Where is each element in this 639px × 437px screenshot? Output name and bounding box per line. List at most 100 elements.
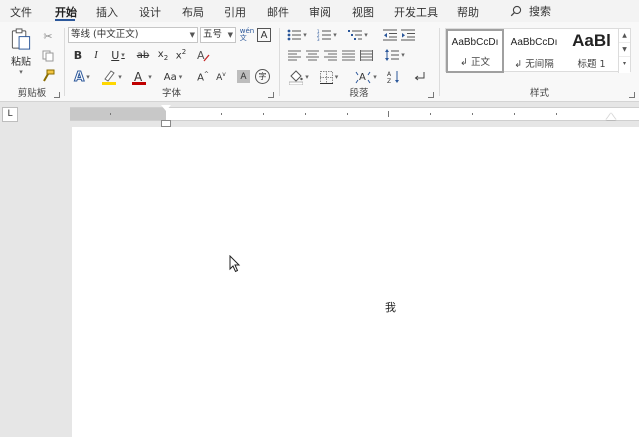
ruler-tick [110, 113, 111, 115]
grow-font-button[interactable]: A^ [195, 68, 211, 86]
character-border-button[interactable]: A [257, 28, 271, 42]
shrink-font-icon: Av [216, 71, 226, 83]
ruler-tick [556, 113, 557, 115]
font-dialog-launcher[interactable] [268, 92, 274, 98]
tab-insert[interactable]: 插入 [96, 4, 118, 20]
word-window: 文件 开始 插入 设计 布局 引用 邮件 审阅 视图 开发工具 帮助 搜索 粘贴 [0, 0, 639, 437]
align-left-button[interactable] [286, 47, 302, 63]
tab-selector[interactable]: L [2, 107, 18, 122]
chinese-layout-button[interactable]: A ▾ [352, 68, 380, 86]
paste-button[interactable]: 粘贴 ▾ [6, 28, 36, 76]
grow-font-icon: A^ [197, 70, 209, 84]
clipboard-dialog-launcher[interactable] [54, 92, 60, 98]
superscript-icon: x2 [175, 48, 187, 62]
paste-label: 粘贴 [11, 57, 31, 68]
font-color-button[interactable]: A ▾ [129, 68, 155, 86]
enclose-characters-button[interactable]: 字 [255, 69, 270, 84]
style-gallery-scroll[interactable]: ▲ ▼ ▾ [618, 29, 630, 73]
underline-button[interactable]: U ▾ [107, 47, 129, 63]
style-normal[interactable]: AaBbCcDı ↲ 正文 [446, 29, 504, 73]
font-name-combo[interactable]: 等线 (中文正文) ▼ [68, 27, 198, 43]
tab-developer[interactable]: 开发工具 [394, 4, 438, 20]
svg-text:A: A [197, 49, 205, 62]
copy-button[interactable] [40, 48, 56, 64]
tab-file[interactable]: 文件 [10, 4, 32, 20]
search-box[interactable]: 搜索 [510, 3, 551, 19]
style-preview: AaBbCcDı [510, 37, 558, 48]
ruler-tick [347, 113, 348, 115]
style-no-spacing[interactable]: AaBbCcDı ↲ 无间隔 [505, 29, 563, 73]
sort-button[interactable]: AZ [386, 68, 402, 86]
bold-icon: B [73, 48, 83, 62]
paragraph-group: ▾ 123 ▾ ▾ ▾ ▾ ▾ A ▾ A Z 段落 [280, 22, 438, 102]
superscript-button[interactable]: x2 [173, 47, 189, 63]
tab-view[interactable]: 视图 [352, 4, 374, 20]
distributed-button[interactable] [358, 47, 374, 63]
style-heading-1[interactable]: AaBl 标题 1 [564, 29, 619, 73]
font-size-combo[interactable]: 五号 ▼ [200, 27, 236, 43]
decrease-indent-icon [383, 29, 397, 41]
numbering-button[interactable]: 123 ▾ [314, 27, 340, 43]
horizontal-ruler[interactable] [70, 105, 639, 127]
subscript-button[interactable]: x2 [155, 47, 171, 63]
highlighter-icon [102, 70, 117, 85]
tab-help[interactable]: 帮助 [457, 4, 479, 20]
document-page[interactable]: 我 [72, 127, 639, 437]
show-formatting-marks-button[interactable] [412, 68, 428, 86]
sort-icon: AZ [387, 71, 399, 84]
svg-text:A: A [134, 70, 143, 84]
bold-button[interactable]: B [71, 47, 85, 63]
align-center-button[interactable] [304, 47, 320, 63]
more-styles-icon[interactable]: ▾ [619, 57, 630, 71]
paint-bucket-icon [289, 69, 304, 85]
font-group: 等线 (中文正文) ▼ 五号 ▼ wén 文 A B I U ▾ ab x2 x2 … [65, 22, 278, 102]
scroll-up-icon[interactable]: ▲ [619, 29, 630, 43]
svg-text:A: A [387, 71, 392, 78]
right-indent-marker[interactable] [606, 113, 616, 120]
document-text[interactable]: 我 [385, 299, 396, 315]
borders-button[interactable]: ▾ [316, 68, 342, 86]
text-highlight-button[interactable]: ▾ [99, 68, 125, 86]
change-case-button[interactable]: Aa ▾ [159, 68, 187, 86]
italic-button[interactable]: I [89, 47, 103, 63]
multilevel-list-button[interactable]: ▾ [344, 27, 372, 43]
styles-group-label: 样式 [529, 88, 549, 99]
clear-formatting-button[interactable]: A [195, 47, 211, 63]
tab-home[interactable]: 开始 [55, 4, 77, 20]
formatting-marks-icon [414, 72, 425, 81]
increase-indent-button[interactable] [400, 27, 416, 43]
phonetic-guide-button[interactable]: wén 文 [239, 26, 255, 43]
increase-indent-icon [401, 29, 415, 41]
font-group-label: 字体 [161, 88, 181, 99]
tab-layout[interactable]: 布局 [182, 4, 204, 20]
tab-design[interactable]: 设计 [139, 4, 161, 20]
ruler-tick [514, 113, 515, 115]
subscript-icon: x2 [157, 48, 169, 62]
cut-button[interactable]: ✂ [40, 28, 56, 44]
tab-mailings[interactable]: 邮件 [267, 4, 289, 20]
left-indent-marker[interactable] [161, 120, 171, 127]
justify-button[interactable] [340, 47, 356, 63]
paragraph-dialog-launcher[interactable] [428, 92, 434, 98]
format-painter-button[interactable] [40, 67, 56, 83]
styles-dialog-launcher[interactable] [629, 92, 635, 98]
align-right-icon [323, 50, 337, 60]
change-case-icon: Aa [163, 71, 177, 83]
bullets-icon [287, 29, 302, 41]
search-label: 搜索 [529, 5, 551, 18]
text-effects-button[interactable]: A ▾ [69, 68, 95, 86]
align-center-icon [305, 50, 319, 60]
shading-button[interactable]: ▾ [286, 68, 312, 86]
style-gallery: AaBbCcDı ↲ 正文 AaBbCcDı ↲ 无间隔 AaBl 标题 1 ▲… [445, 28, 631, 73]
align-right-button[interactable] [322, 47, 338, 63]
scroll-down-icon[interactable]: ▼ [619, 43, 630, 57]
tab-references[interactable]: 引用 [224, 4, 246, 20]
decrease-indent-button[interactable] [382, 27, 398, 43]
character-shading-button[interactable]: A [237, 70, 250, 83]
first-line-indent-marker[interactable] [161, 105, 171, 111]
bullets-button[interactable]: ▾ [284, 27, 310, 43]
strikethrough-button[interactable]: ab [135, 47, 151, 63]
tab-review[interactable]: 审阅 [309, 4, 331, 20]
line-spacing-button[interactable]: ▾ [382, 47, 408, 63]
shrink-font-button[interactable]: Av [213, 68, 229, 86]
